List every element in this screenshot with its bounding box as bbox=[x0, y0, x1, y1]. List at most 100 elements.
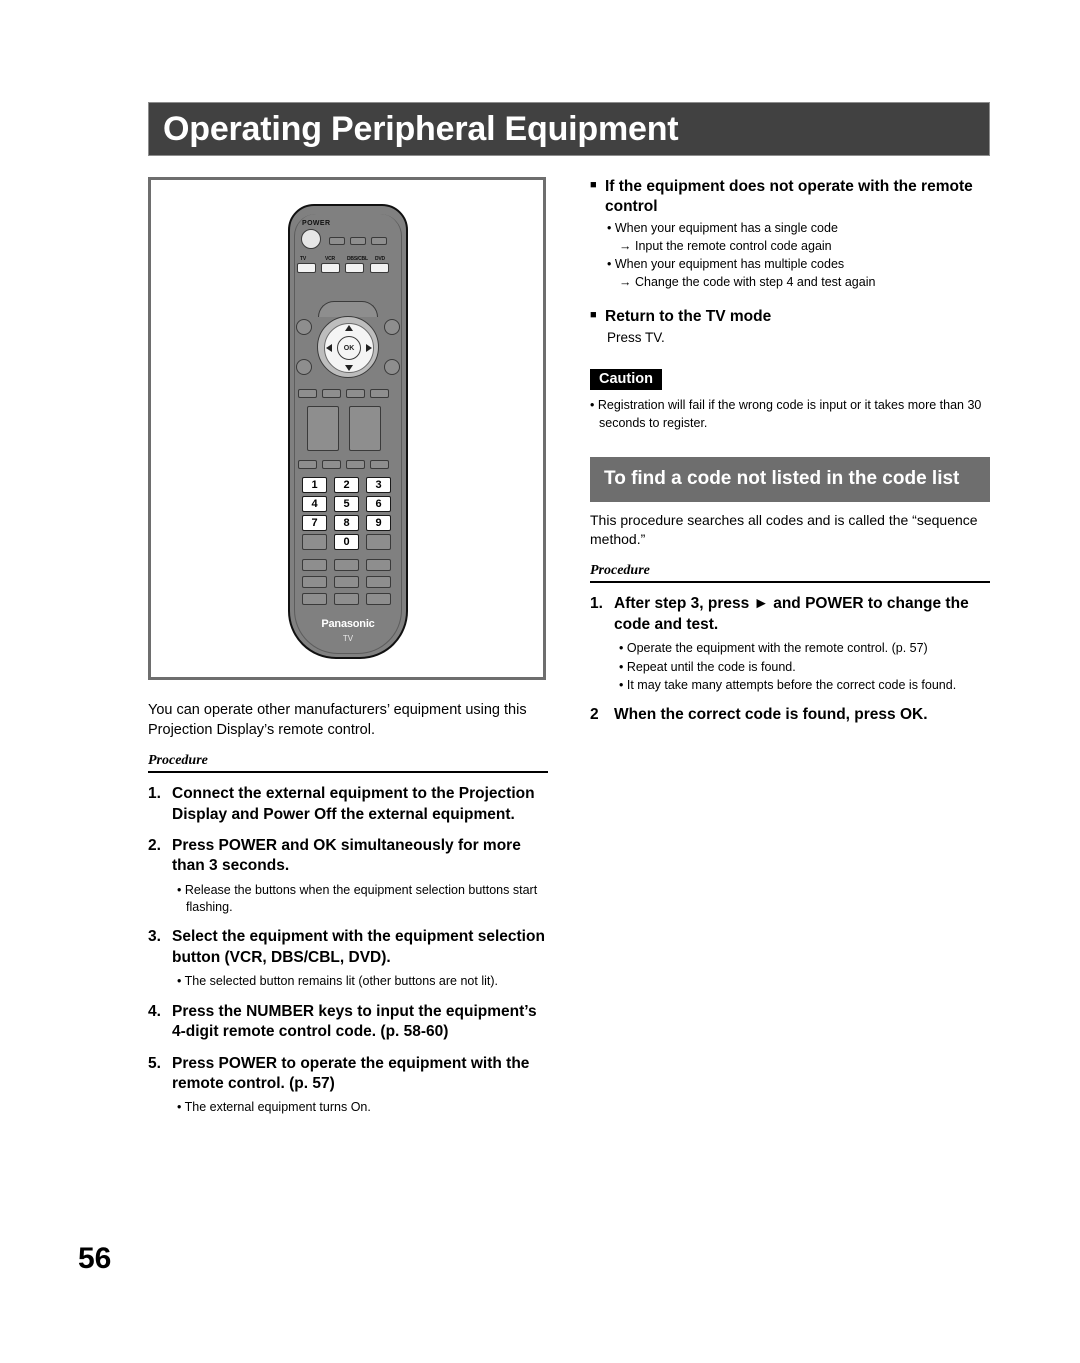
remote-key-5: 5 bbox=[334, 496, 359, 512]
remote-mode-label: TV bbox=[342, 634, 354, 643]
left-step-2-text: Press POWER and OK simultaneously for mo… bbox=[172, 837, 521, 875]
right-step-1-text: After step 3, press ► and POWER to chang… bbox=[614, 595, 969, 633]
left-step-2: 2. Press POWER and OK simultaneously for… bbox=[148, 836, 548, 877]
remote-key-6: 6 bbox=[366, 496, 391, 512]
right-step-2: 2 When the correct code is found, press … bbox=[590, 705, 990, 725]
remote-button-r2c2 bbox=[322, 460, 341, 469]
right-step-2-number: 2 bbox=[590, 706, 599, 724]
remote-button-aux1 bbox=[329, 237, 345, 245]
list-item: When your equipment has multiple codes bbox=[607, 256, 990, 274]
remote-button-dbscbl bbox=[345, 263, 364, 273]
remote-round-button-tr bbox=[384, 319, 400, 335]
list-item: When your equipment has a single code bbox=[607, 220, 990, 238]
left-step-3: 3. Select the equipment with the equipme… bbox=[148, 927, 548, 968]
remote-button-r2c1 bbox=[298, 460, 317, 469]
manual-page: Operating Peripheral Equipment POWER TV … bbox=[0, 0, 1080, 1363]
remote-ok-button: OK bbox=[337, 336, 361, 360]
list-item: Operate the equipment with the remote co… bbox=[619, 640, 990, 657]
remote-label-dvd: DVD bbox=[375, 256, 385, 262]
left-procedure-label: Procedure bbox=[148, 753, 548, 774]
list-item: Repeat until the code is found. bbox=[619, 659, 990, 676]
remote-rocker-left bbox=[307, 406, 339, 451]
left-step-1-number: 1. bbox=[148, 785, 161, 803]
caution-tag: Caution bbox=[590, 369, 662, 391]
page-number: 56 bbox=[78, 1242, 112, 1275]
remote-button-r1c4 bbox=[370, 389, 389, 398]
left-step-4-text: Press the NUMBER keys to input the equip… bbox=[172, 1002, 537, 1041]
remote-brand-logo: Panasonic bbox=[321, 618, 375, 630]
list-item-arrow: → Input the remote control code again bbox=[619, 239, 832, 254]
remote-navigation-pad: OK bbox=[317, 316, 379, 378]
right-step-1: 1. After step 3, press ► and POWER to ch… bbox=[590, 594, 990, 635]
remote-key-blank-left bbox=[302, 534, 327, 550]
remote-key-1: 1 bbox=[302, 477, 327, 493]
right-section2-text: Press TV. bbox=[607, 330, 665, 346]
remote-key-0: 0 bbox=[334, 534, 359, 550]
left-step-4-number: 4. bbox=[148, 1002, 161, 1020]
caution-block: Caution Registration will fail if the wr… bbox=[590, 369, 990, 433]
left-step-3-text: Select the equipment with the equipment … bbox=[172, 928, 545, 966]
square-bullet-icon: ■ bbox=[590, 309, 597, 322]
remote-button-r5c3 bbox=[366, 593, 391, 605]
list-item: The external equipment turns On. bbox=[177, 1099, 548, 1116]
right-section1-heading-row: ■ If the equipment does not operate with… bbox=[590, 177, 990, 217]
left-intro-text: You can operate other manufacturers’ equ… bbox=[148, 702, 527, 738]
list-item-arrow: → Change the code with step 4 and test a… bbox=[619, 274, 876, 289]
remote-button-tv bbox=[297, 263, 316, 273]
remote-button-r2c3 bbox=[346, 460, 365, 469]
remote-button-r3c1 bbox=[302, 559, 327, 571]
right-step-1-bullets: Operate the equipment with the remote co… bbox=[590, 640, 990, 694]
remote-button-vcr bbox=[321, 263, 340, 273]
remote-control-figure: POWER TV VCR DBS/CBL DVD OK 1 2 3 4 5 6 … bbox=[148, 177, 546, 680]
remote-button-r4c2 bbox=[334, 576, 359, 588]
remote-button-r3c2 bbox=[334, 559, 359, 571]
remote-key-3: 3 bbox=[366, 477, 391, 493]
remote-button-aux3 bbox=[371, 237, 387, 245]
remote-button-r3c3 bbox=[366, 559, 391, 571]
remote-button-aux2 bbox=[350, 237, 366, 245]
right-section3-intro: This procedure searches all codes and is… bbox=[590, 512, 978, 548]
arrow-left-icon bbox=[326, 344, 332, 352]
list-item: The selected button remains lit (other b… bbox=[177, 973, 548, 990]
remote-power-button bbox=[301, 229, 321, 249]
remote-control-illustration: POWER TV VCR DBS/CBL DVD OK 1 2 3 4 5 6 … bbox=[288, 204, 408, 659]
remote-label-dbscbl: DBS/CBL bbox=[347, 256, 368, 262]
arrow-down-icon bbox=[345, 365, 353, 371]
remote-key-9: 9 bbox=[366, 515, 391, 531]
remote-key-blank-right bbox=[366, 534, 391, 550]
right-section1-items: When your equipment has a single code → … bbox=[590, 220, 990, 291]
right-section2-heading: Return to the TV mode bbox=[605, 308, 772, 326]
left-step-1-text: Connect the external equipment to the Pr… bbox=[172, 785, 535, 823]
arrow-up-icon bbox=[345, 325, 353, 331]
remote-key-7: 7 bbox=[302, 515, 327, 531]
remote-label-tv: TV bbox=[300, 256, 306, 262]
left-step-1: 1. Connect the external equipment to the… bbox=[148, 784, 548, 825]
caution-text: Registration will fail if the wrong code… bbox=[590, 397, 990, 433]
remote-button-r2c4 bbox=[370, 460, 389, 469]
remote-button-r1c2 bbox=[322, 389, 341, 398]
left-step-5: 5. Press POWER to operate the equipment … bbox=[148, 1054, 548, 1095]
left-step-3-number: 3. bbox=[148, 928, 161, 946]
remote-arc-button bbox=[318, 301, 378, 317]
left-step-2-number: 2. bbox=[148, 837, 161, 855]
remote-button-r1c1 bbox=[298, 389, 317, 398]
remote-power-label: POWER bbox=[302, 220, 331, 227]
left-step-5-text: Press POWER to operate the equipment wit… bbox=[172, 1054, 530, 1092]
remote-round-button-bl bbox=[296, 359, 312, 375]
remote-round-button-tl bbox=[296, 319, 312, 335]
list-item: Release the buttons when the equipment s… bbox=[177, 882, 548, 917]
remote-button-r1c3 bbox=[346, 389, 365, 398]
page-header-bar: Operating Peripheral Equipment bbox=[148, 102, 990, 156]
left-step-5-bullets: The external equipment turns On. bbox=[148, 1099, 548, 1116]
remote-round-button-br bbox=[384, 359, 400, 375]
square-bullet-icon: ■ bbox=[590, 179, 597, 191]
left-step-2-bullets: Release the buttons when the equipment s… bbox=[148, 882, 548, 917]
right-section3-heading: To find a code not listed in the code li… bbox=[590, 456, 990, 503]
remote-button-r5c2 bbox=[334, 593, 359, 605]
right-step-1-number: 1. bbox=[590, 595, 603, 613]
right-step-2-text: When the correct code is found, press OK… bbox=[614, 706, 928, 724]
left-column: POWER TV VCR DBS/CBL DVD OK 1 2 3 4 5 6 … bbox=[148, 177, 548, 1118]
remote-button-dvd bbox=[370, 263, 389, 273]
remote-key-8: 8 bbox=[334, 515, 359, 531]
page-title: Operating Peripheral Equipment bbox=[163, 110, 679, 148]
